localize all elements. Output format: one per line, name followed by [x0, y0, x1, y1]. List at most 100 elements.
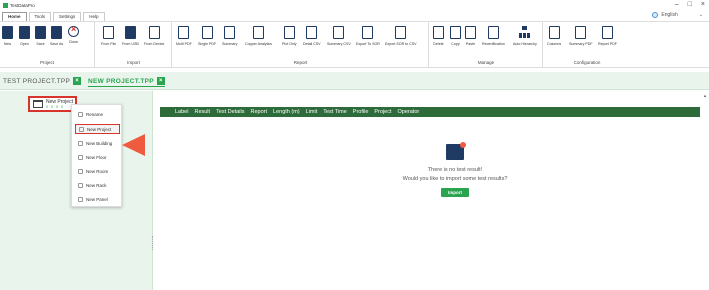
- save-icon: [35, 26, 46, 39]
- tab-test-project-label: TEST PROJECT.TPP: [3, 77, 71, 85]
- sor-csv-icon: [395, 26, 407, 39]
- from-file-label: From File: [101, 42, 117, 46]
- group-label-import: Import: [127, 60, 140, 65]
- summary-pdf-button[interactable]: Summary PDF: [569, 26, 593, 46]
- panel-splitter[interactable]: [152, 236, 154, 250]
- column-profile[interactable]: Profile: [353, 109, 369, 115]
- menu-item-new-floor[interactable]: New Floor: [75, 152, 120, 162]
- column-operator[interactable]: Operator: [398, 109, 420, 115]
- group-label-project: Project: [39, 60, 54, 65]
- close-project-button[interactable]: Close: [68, 24, 79, 44]
- copper-analytics-label: Copper Analytics: [245, 42, 272, 46]
- tab-test-project[interactable]: TEST PROJECT.TPP ×: [3, 77, 82, 85]
- menu-tab-home[interactable]: Home: [2, 11, 27, 21]
- multi-pdf-button[interactable]: Multi PDF: [176, 26, 192, 46]
- detail-csv-button[interactable]: Detail CSV: [303, 26, 321, 46]
- summary-button[interactable]: Summary: [222, 26, 237, 46]
- from-usb-button[interactable]: From USB: [122, 26, 139, 46]
- multi-pdf-label: Multi PDF: [176, 42, 192, 46]
- paste-icon: [465, 26, 476, 39]
- import-button[interactable]: Import: [441, 188, 469, 197]
- export-sor-to-csv-button[interactable]: Export SOR to CSV: [385, 26, 417, 46]
- paste-button[interactable]: Paste: [465, 26, 476, 46]
- minimize-button[interactable]: –: [675, 1, 679, 9]
- menu-item-label: New Panel: [86, 196, 108, 202]
- column-length[interactable]: Length (m): [273, 109, 300, 115]
- menu-item-new-project[interactable]: New Project: [75, 124, 120, 134]
- menu-tab-settings[interactable]: Settings: [53, 11, 82, 21]
- report-pdf-button[interactable]: Report PDF: [598, 26, 617, 46]
- auto-hierarchy-button[interactable]: Auto Hierarchy: [513, 26, 537, 46]
- close-tab-icon[interactable]: ×: [73, 77, 82, 85]
- language-selector[interactable]: English ⌄: [652, 12, 703, 18]
- from-usb-label: From USB: [122, 42, 139, 46]
- tab-new-project[interactable]: NEW PROJECT.TPP ×: [88, 77, 165, 87]
- menu-item-label: New Building: [86, 140, 113, 146]
- menu-tab-help[interactable]: Help: [83, 11, 105, 21]
- menu-item-new-building[interactable]: New Building: [75, 138, 120, 148]
- window-controls: – □ ×: [675, 1, 705, 9]
- results-table-header: Label Result Test Details Report Length …: [160, 107, 700, 117]
- maximize-button[interactable]: □: [688, 1, 692, 9]
- menu-item-label: New Floor: [86, 154, 107, 160]
- copy-label: Copy: [451, 42, 460, 46]
- close-window-button[interactable]: ×: [701, 1, 705, 9]
- scroll-up-icon[interactable]: ▲: [703, 93, 707, 98]
- copy-button[interactable]: Copy: [450, 26, 461, 46]
- open-button[interactable]: Open: [19, 26, 30, 46]
- folder-open-icon: [19, 26, 30, 39]
- save-button[interactable]: Save: [35, 26, 46, 46]
- menu-item-new-panel[interactable]: New Panel: [75, 194, 120, 204]
- menu-bar: Home Tools Settings Help English ⌄: [0, 11, 709, 21]
- ribbon-toolbar: New Open Save Save As Close Project From…: [0, 21, 709, 68]
- app-logo-icon: [3, 2, 8, 8]
- columns-button[interactable]: Columns: [547, 26, 561, 46]
- panel-icon: [78, 196, 83, 202]
- column-report[interactable]: Report: [251, 109, 268, 115]
- save-as-button[interactable]: Save As: [50, 26, 63, 46]
- copper-analytics-button[interactable]: Copper Analytics: [245, 26, 272, 46]
- from-device-label: From Device: [144, 42, 165, 46]
- plot-only-button[interactable]: Plot Only: [282, 26, 297, 46]
- column-test-time[interactable]: Test Time: [323, 109, 347, 115]
- rename-icon: [78, 111, 83, 117]
- project-tabs-bar: TEST PROJECT.TPP × NEW PROJECT.TPP ×: [0, 72, 709, 90]
- new-project-icon: [79, 126, 84, 132]
- new-button[interactable]: New: [2, 26, 13, 46]
- tree-node-new-project[interactable]: New Project 0 · 0 · 0 · 0: [28, 96, 77, 112]
- summary-pdf-label: Summary PDF: [569, 42, 593, 46]
- menu-item-new-room[interactable]: New Room: [75, 166, 120, 176]
- column-result[interactable]: Result: [194, 109, 210, 115]
- menu-item-label: New Project: [87, 126, 112, 132]
- column-label[interactable]: Label: [175, 109, 188, 115]
- language-label: English: [661, 12, 678, 18]
- close-tab-icon[interactable]: ×: [156, 77, 165, 85]
- group-label-configuration: Configuration: [573, 60, 601, 65]
- import-file-icon: [103, 26, 115, 39]
- column-limit[interactable]: Limit: [306, 109, 318, 115]
- report-pdf-label: Report PDF: [598, 42, 617, 46]
- floor-icon: [78, 154, 83, 160]
- menu-item-rename[interactable]: Rename: [75, 109, 120, 119]
- column-project[interactable]: Project: [374, 109, 391, 115]
- summary-csv-button[interactable]: Summary CSV: [327, 26, 351, 46]
- tree-node-counts: 0 · 0 · 0 · 0: [46, 104, 64, 109]
- recertification-button[interactable]: Recertification: [482, 26, 505, 46]
- save-as-icon: [51, 26, 63, 39]
- auto-hierarchy-label: Auto Hierarchy: [513, 42, 537, 46]
- single-pdf-button[interactable]: Single PDF: [198, 26, 216, 46]
- delete-icon: [433, 26, 444, 39]
- menu-tab-tools[interactable]: Tools: [28, 11, 52, 21]
- menu-item-new-rack[interactable]: New Rack: [75, 180, 120, 190]
- export-to-sor-button[interactable]: Export To SOR: [356, 26, 380, 46]
- pointer-arrow-icon: [122, 134, 145, 156]
- empty-message: There is no test result!: [427, 167, 483, 173]
- column-test-details[interactable]: Test Details: [216, 109, 244, 115]
- from-file-button[interactable]: From File: [101, 26, 116, 46]
- multi-pdf-icon: [178, 26, 190, 39]
- empty-state: There is no test result! Would you like …: [320, 142, 590, 197]
- delete-button[interactable]: Delete: [433, 26, 444, 46]
- close-circle-icon: [68, 24, 79, 37]
- group-label-report: Report: [293, 60, 308, 65]
- from-device-button[interactable]: From Device: [144, 26, 164, 46]
